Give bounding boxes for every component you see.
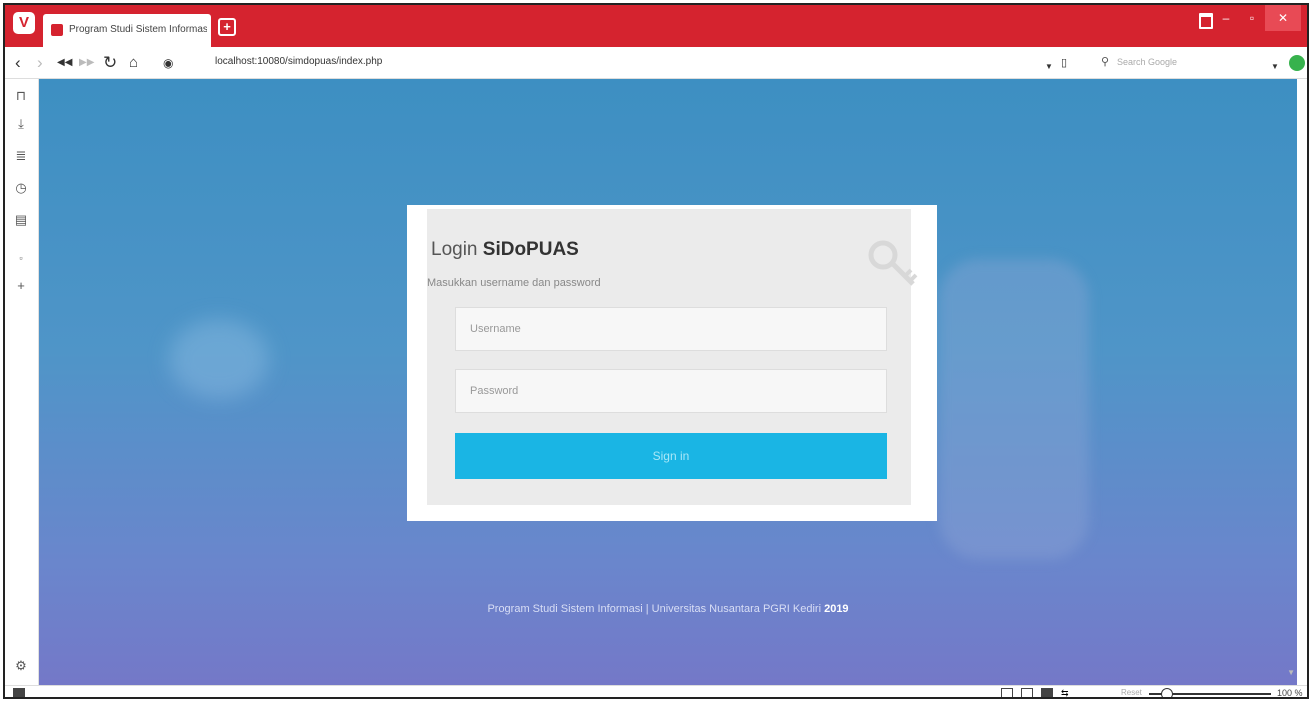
key-icon bbox=[868, 240, 918, 286]
search-field[interactable]: ⚲ Search Google bbox=[1101, 52, 1267, 74]
status-bar: ⇆ Reset 100 % bbox=[5, 685, 1307, 698]
downloads-icon[interactable]: ⤓ bbox=[14, 117, 28, 131]
footer-text: Program Studi Sistem Informasi | Univers… bbox=[487, 603, 825, 615]
images-icon[interactable] bbox=[1041, 688, 1053, 697]
sign-in-button[interactable]: Sign in bbox=[455, 433, 887, 479]
forward-icon[interactable]: › bbox=[37, 53, 43, 73]
title-bar: V Program Studi Sistem Informasi + – ▫ ✕ bbox=[5, 5, 1307, 47]
favicon-icon bbox=[51, 24, 63, 36]
site-info-icon[interactable]: ◉ bbox=[163, 53, 173, 73]
login-title: Login SiDoPUAS bbox=[431, 239, 579, 261]
search-dropdown-icon[interactable]: ▼ bbox=[1271, 57, 1279, 77]
tab-active[interactable]: Program Studi Sistem Informasi bbox=[43, 14, 211, 47]
browser-window: V Program Studi Sistem Informasi + – ▫ ✕… bbox=[3, 3, 1309, 699]
extension-icon[interactable] bbox=[1289, 55, 1305, 71]
scroll-down-icon[interactable]: ▼ bbox=[1287, 668, 1295, 677]
bookmarks-icon[interactable]: ⊓ bbox=[14, 89, 28, 103]
zoom-reset[interactable]: Reset bbox=[1121, 688, 1142, 697]
screenshot-icon[interactable] bbox=[1001, 688, 1013, 697]
trash-icon[interactable] bbox=[1199, 13, 1213, 29]
tab-title: Program Studi Sistem Informasi bbox=[69, 24, 207, 35]
settings-icon[interactable]: ⚙ bbox=[14, 659, 28, 673]
minimize-button[interactable]: – bbox=[1213, 5, 1239, 31]
url-field[interactable]: localhost:10080/simdopuas/index.php bbox=[215, 56, 382, 67]
home-icon[interactable]: ⌂ bbox=[129, 53, 138, 73]
username-field[interactable] bbox=[455, 307, 887, 351]
password-field[interactable] bbox=[455, 369, 887, 413]
window-panel-icon[interactable]: ▤ bbox=[14, 213, 28, 227]
close-button[interactable]: ✕ bbox=[1265, 5, 1301, 31]
bookmark-page-icon[interactable]: ▯ bbox=[1061, 53, 1067, 73]
background-blur bbox=[939, 259, 1089, 559]
page-content: Login SiDoPUAS Masukkan username dan pas… bbox=[39, 79, 1297, 685]
username-input[interactable] bbox=[456, 308, 886, 350]
reload-icon[interactable]: ↻ bbox=[103, 53, 117, 73]
side-panel: ⊓ ⤓ ≣ ◷ ▤ ▫ + ⚙ bbox=[5, 79, 39, 685]
page-footer: Program Studi Sistem Informasi | Univers… bbox=[39, 603, 1297, 615]
login-title-brand: SiDoPUAS bbox=[482, 239, 579, 260]
window-controls: – ▫ ✕ bbox=[1213, 5, 1301, 33]
fast-forward-icon[interactable]: ▶▶ bbox=[79, 53, 94, 73]
vivaldi-logo-icon[interactable]: V bbox=[13, 12, 35, 34]
new-tab-button[interactable]: + bbox=[218, 18, 236, 36]
dropdown-icon[interactable]: ▼ bbox=[1045, 57, 1053, 77]
login-title-prefix: Login bbox=[431, 239, 483, 260]
login-subtitle: Masukkan username dan password bbox=[427, 277, 601, 289]
zoom-knob[interactable] bbox=[1161, 688, 1173, 697]
add-panel-icon[interactable]: + bbox=[14, 279, 28, 293]
page-actions-icon[interactable]: ⇆ bbox=[1061, 688, 1073, 697]
password-input[interactable] bbox=[456, 370, 886, 412]
address-bar: ‹ › ◀◀ ▶▶ ↻ ⌂ ◉ localhost:10080/simdopua… bbox=[5, 47, 1307, 79]
back-icon[interactable]: ‹ bbox=[15, 53, 21, 73]
web-panel-icon[interactable]: ▫ bbox=[14, 251, 28, 265]
tiling-icon[interactable] bbox=[1021, 688, 1033, 697]
search-placeholder: Search Google bbox=[1117, 57, 1178, 67]
history-icon[interactable]: ◷ bbox=[14, 181, 28, 195]
rewind-icon[interactable]: ◀◀ bbox=[57, 53, 72, 73]
login-panel: Login SiDoPUAS Masukkan username dan pas… bbox=[427, 209, 918, 505]
zoom-value: 100 % bbox=[1277, 688, 1303, 698]
login-card: Login SiDoPUAS Masukkan username dan pas… bbox=[407, 205, 937, 521]
notes-icon[interactable]: ≣ bbox=[14, 149, 28, 163]
maximize-button[interactable]: ▫ bbox=[1239, 5, 1265, 31]
background-blur bbox=[169, 319, 269, 399]
footer-year: 2019 bbox=[824, 603, 849, 615]
zoom-slider[interactable] bbox=[1149, 688, 1271, 697]
panel-toggle-icon[interactable] bbox=[13, 688, 25, 697]
search-icon: ⚲ bbox=[1101, 56, 1110, 68]
